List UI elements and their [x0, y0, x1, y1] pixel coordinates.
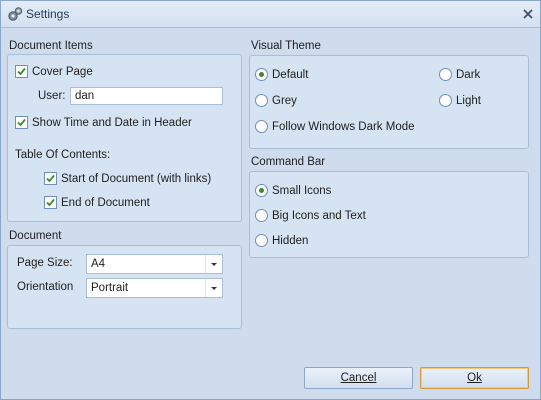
window-title: Settings [26, 7, 70, 21]
theme-grey-radio[interactable] [255, 94, 268, 107]
start-of-document-label: Start of Document (with links) [61, 172, 212, 185]
orientation-select[interactable]: Portrait [86, 278, 223, 298]
table-of-contents-label: Table Of Contents: [15, 149, 111, 161]
small-icons-radio[interactable] [255, 184, 268, 197]
orientation-value: Portrait [91, 282, 129, 294]
end-of-document-row[interactable]: End of Document [44, 196, 150, 209]
big-icons-radio[interactable] [255, 209, 268, 222]
theme-follow-windows-label: Follow Windows Dark Mode [272, 120, 415, 133]
theme-dark-label: Dark [456, 68, 481, 81]
end-of-document-label: End of Document [61, 196, 150, 209]
cancel-button-label: Cancel [340, 372, 377, 384]
theme-light-label: Light [456, 94, 481, 107]
show-time-date-label: Show Time and Date in Header [32, 116, 192, 129]
theme-option-follow-windows[interactable]: Follow Windows Dark Mode [255, 120, 415, 133]
hidden-radio[interactable] [255, 234, 268, 247]
document-title: Document [9, 230, 62, 242]
show-time-date-checkbox[interactable] [15, 116, 28, 129]
user-field[interactable]: dan [70, 87, 223, 105]
orientation-label: Orientation [17, 281, 74, 293]
cover-page-label: Cover Page [32, 65, 93, 78]
theme-grey-label: Grey [272, 94, 297, 107]
start-of-document-row[interactable]: Start of Document (with links) [44, 172, 211, 185]
end-of-document-checkbox[interactable] [44, 196, 57, 209]
hidden-label: Hidden [272, 234, 309, 247]
ok-button-label: Ok [467, 372, 482, 384]
page-size-value: A4 [91, 258, 106, 270]
theme-default-label: Default [272, 68, 309, 81]
start-of-document-checkbox[interactable] [44, 172, 57, 185]
visual-theme-title: Visual Theme [251, 40, 321, 52]
check-icon [46, 174, 55, 183]
cover-page-checkbox-row[interactable]: Cover Page [15, 65, 93, 78]
small-icons-label: Small Icons [272, 184, 332, 197]
chevron-down-icon[interactable] [205, 279, 222, 297]
check-icon [46, 198, 55, 207]
theme-option-default[interactable]: Default [255, 68, 308, 81]
command-bar-option-hidden[interactable]: Hidden [255, 234, 308, 247]
command-bar-option-big-icons[interactable]: Big Icons and Text [255, 209, 366, 222]
page-size-label: Page Size: [17, 257, 73, 269]
theme-dark-radio[interactable] [439, 68, 452, 81]
theme-follow-windows-radio[interactable] [255, 120, 268, 133]
command-bar-title: Command Bar [251, 156, 326, 168]
close-icon[interactable] [519, 5, 537, 23]
check-icon [17, 67, 26, 76]
command-bar-option-small-icons[interactable]: Small Icons [255, 184, 331, 197]
chevron-down-icon[interactable] [205, 255, 222, 273]
theme-option-grey[interactable]: Grey [255, 94, 297, 107]
cover-page-checkbox[interactable] [15, 65, 28, 78]
gear-icon [8, 7, 23, 21]
cancel-button[interactable]: Cancel [304, 367, 413, 389]
big-icons-label: Big Icons and Text [272, 209, 366, 222]
title-bar[interactable]: Settings [1, 1, 540, 28]
user-label: User: [38, 90, 66, 102]
ok-button[interactable]: Ok [420, 367, 529, 389]
theme-option-light[interactable]: Light [439, 94, 481, 107]
theme-default-radio[interactable] [255, 68, 268, 81]
document-items-title: Document Items [9, 40, 93, 52]
check-icon [17, 118, 26, 127]
settings-dialog: Settings Document Items Cover Page User:… [0, 0, 541, 400]
show-time-date-row[interactable]: Show Time and Date in Header [15, 116, 192, 129]
theme-option-dark[interactable]: Dark [439, 68, 480, 81]
page-size-select[interactable]: A4 [86, 254, 223, 274]
theme-light-radio[interactable] [439, 94, 452, 107]
